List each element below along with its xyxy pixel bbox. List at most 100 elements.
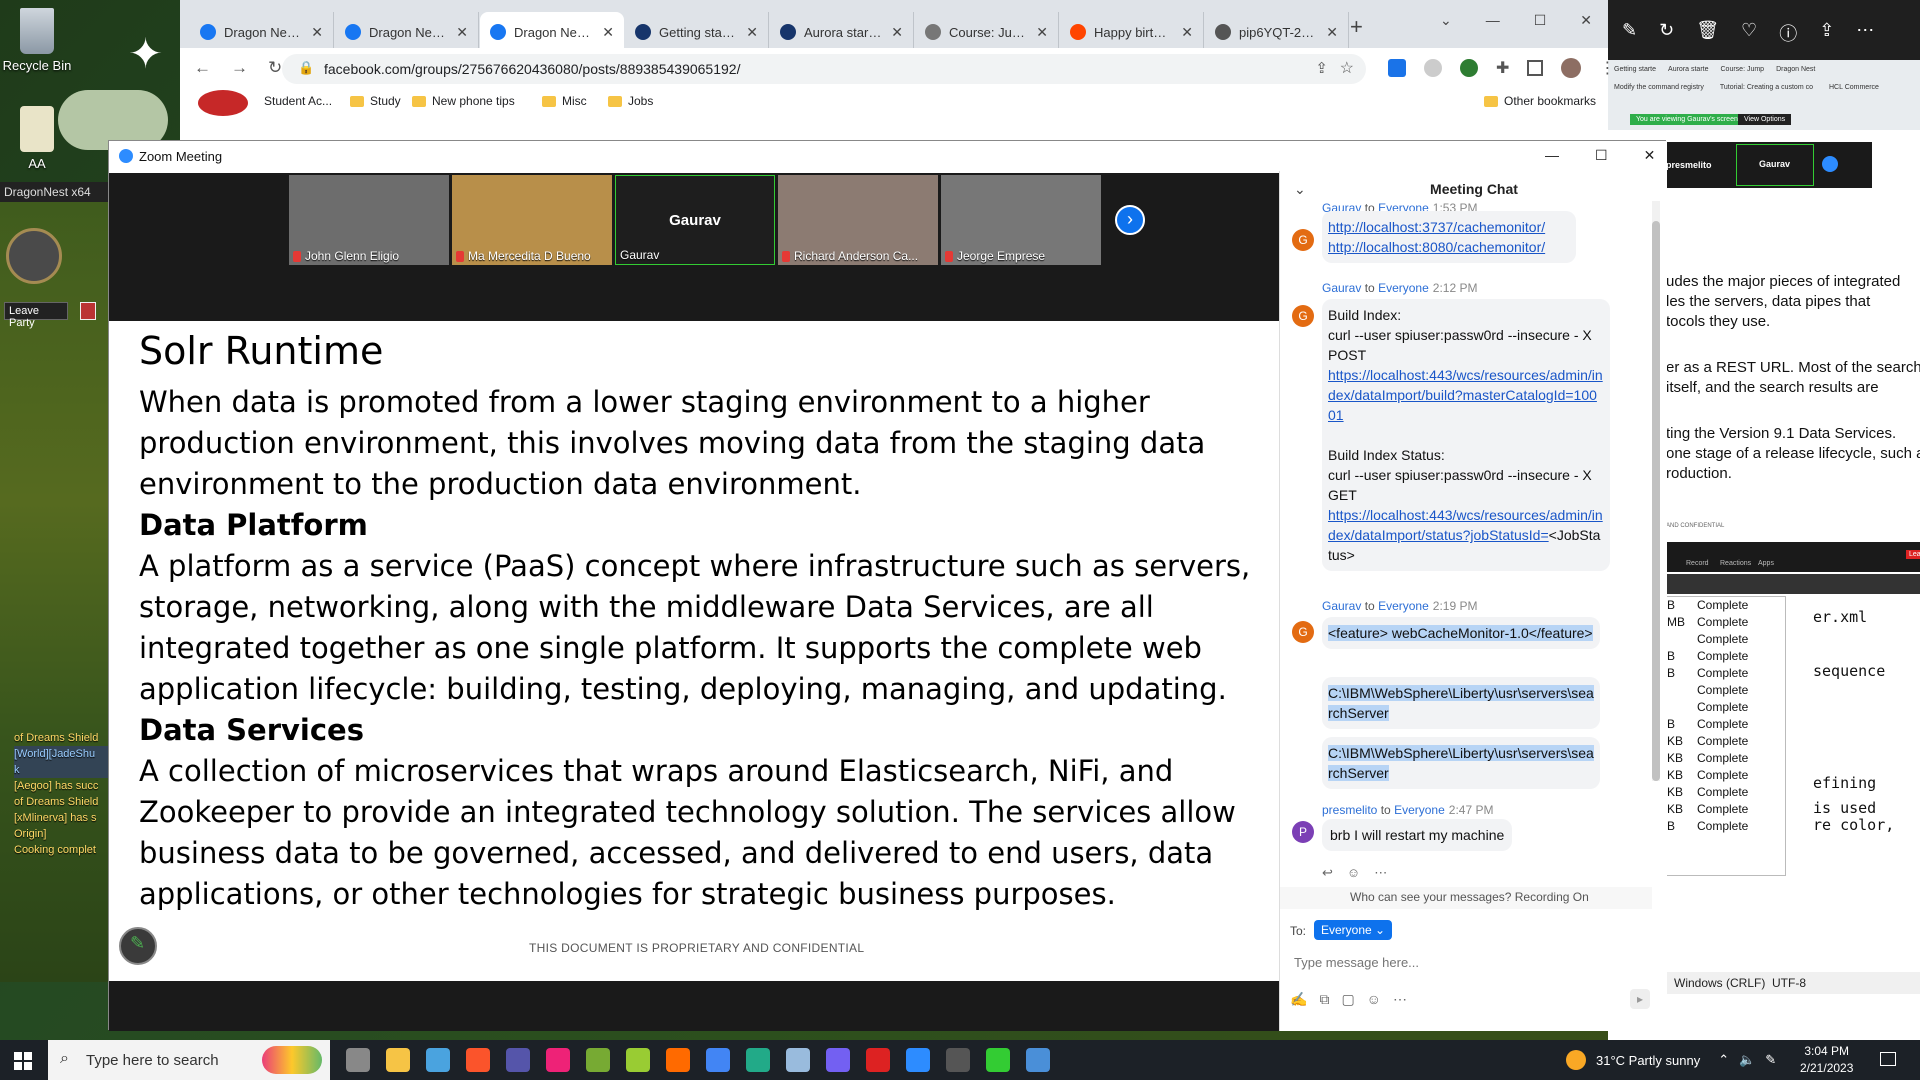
participant-tile[interactable]: Jeorge Emprese [941,175,1101,265]
browser-tab[interactable]: Getting started ✕ [625,12,769,52]
taskbar-app-icon[interactable] [826,1048,850,1072]
chat-scrollbar[interactable] [1652,201,1660,781]
chat-visibility-note[interactable]: Who can see your messages? Recording On [1280,887,1652,909]
extension-icon[interactable] [1424,59,1442,77]
more-icon[interactable]: ⋮ [1599,58,1615,78]
maximize-icon[interactable]: ☐ [1534,12,1547,29]
taskbar-app-icon[interactable] [626,1048,650,1072]
close-icon[interactable]: ✕ [602,24,614,41]
bookmark-jobs[interactable]: Jobs [608,94,653,108]
close-icon[interactable]: ✕ [1644,147,1656,164]
participant-tile[interactable]: John Glenn Eligio [289,175,449,265]
forward-icon[interactable]: → [231,58,248,78]
close-icon[interactable]: ✕ [1181,24,1193,41]
desktop-icon-recycle-bin[interactable]: Recycle Bin [0,8,82,73]
back-icon[interactable]: ← [194,58,211,78]
close-icon[interactable]: ✕ [311,24,323,41]
send-icon[interactable]: ▸ [1630,989,1650,1009]
notification-icon[interactable] [1880,1052,1896,1066]
maximize-icon[interactable]: ☐ [1595,147,1608,164]
taskbar-app-icon[interactable] [466,1048,490,1072]
taskbar-app-icon[interactable] [786,1048,810,1072]
view-options-button[interactable]: View Options [1738,114,1792,125]
pen-icon[interactable]: ✎ [1765,1052,1776,1068]
browser-tab[interactable]: Aurora starter ✕ [770,12,914,52]
minimize-icon[interactable]: — [1486,12,1500,29]
bookmark-student[interactable]: Student Ac... [264,94,332,108]
clock[interactable]: 3:04 PM 2/21/2023 [1800,1043,1853,1077]
browser-window[interactable]: Dragon Nest P ✕ Dragon Nest S ✕ Dragon Nest … [180,0,1615,140]
close-icon[interactable]: ✕ [1036,24,1048,41]
browser-tab[interactable]: Happy birthda ✕ [1060,12,1204,52]
chat-link[interactable]: https://localhost:443/wcs/resources/admi… [1328,365,1604,425]
chevron-down-icon[interactable]: ⌄ [1440,12,1452,29]
close-icon[interactable]: ✕ [891,24,903,41]
chat-message-input[interactable] [1288,945,1648,979]
game-window[interactable]: DragonNest x64 Leave Party of Dreams Shi… [0,182,110,982]
emoji-icon[interactable]: ☺ [1367,991,1381,1008]
taskbar-app-icon[interactable] [946,1048,970,1072]
close-icon[interactable]: ✕ [1326,24,1338,41]
more-icon[interactable]: ⋯ [1374,865,1387,881]
browser-tab[interactable]: Course: Jump ✕ [915,12,1059,52]
info-icon[interactable]: ⓘ [1779,20,1797,46]
edit-icon[interactable]: ✎ [1622,20,1637,46]
sidebar-icon[interactable] [1527,60,1544,76]
bookmark-other[interactable]: Other bookmarks [1484,94,1596,108]
taskbar-app-icon[interactable] [706,1048,730,1072]
browser-tab[interactable]: Dragon Nest P ✕ [190,12,334,52]
browser-tab[interactable]: pip6YQT-2Ar5 ✕ [1205,12,1349,52]
file-icon[interactable]: ▢ [1341,991,1354,1008]
url-input[interactable]: 🔒 facebook.com/groups/275676620436080/po… [282,54,1366,84]
avatar[interactable] [1561,58,1582,78]
taskbar-search-input[interactable]: ⌕ Type here to search [48,1040,330,1080]
extension-icon[interactable] [1460,59,1478,77]
rotate-icon[interactable]: ↻ [1659,20,1674,46]
trash-icon[interactable]: 🗑 [1696,20,1719,46]
star-icon[interactable]: ☆ [1340,58,1354,78]
taskbar-app-icon[interactable] [426,1048,450,1072]
extension-icon[interactable] [1388,59,1406,77]
recipient-select[interactable]: Everyone ⌄ [1314,920,1393,940]
chat-link[interactable]: http://localhost:3737/cachemonitor/ [1328,217,1570,237]
bookmark-misc[interactable]: Misc [542,94,587,108]
speaker-icon[interactable]: 🔈 [1739,1052,1755,1068]
taskbar-app-icon[interactable] [986,1048,1010,1072]
taskbar-app-icon[interactable] [746,1048,770,1072]
bookmark-study[interactable]: Study [350,94,401,108]
close-icon[interactable] [80,302,96,320]
close-icon[interactable]: ✕ [456,24,468,41]
taskbar-app-icon[interactable] [866,1048,890,1072]
next-page-button[interactable]: › [1115,205,1145,235]
taskbar-app-icon[interactable] [386,1048,410,1072]
browser-tab[interactable]: Dragon Nest S ✕ [480,12,624,52]
close-icon[interactable]: ✕ [1580,12,1592,29]
participant-tile[interactable]: Ma Mercedita D Bueno [452,175,612,265]
taskbar-app-icon[interactable] [666,1048,690,1072]
taskbar-app-icon[interactable] [546,1048,570,1072]
start-button[interactable] [14,1052,32,1070]
taskbar-app-icon[interactable] [1026,1048,1050,1072]
participant-tile[interactable]: Gaurav Gaurav [615,175,775,265]
leave-party-button[interactable]: Leave Party [4,302,68,329]
puzzle-icon[interactable]: ✚ [1496,58,1509,78]
browser-tab[interactable]: Dragon Nest S ✕ [335,12,479,52]
participant-tile[interactable]: Richard Anderson Ca... [778,175,938,265]
more-icon[interactable]: ⋯ [1856,20,1874,46]
more-icon[interactable]: ⋯ [1393,991,1407,1008]
heart-icon[interactable]: ♡ [1741,20,1757,46]
reload-icon[interactable]: ↻ [268,58,282,78]
minimize-icon[interactable]: — [1545,147,1559,164]
share-icon[interactable]: ⇪ [1315,59,1328,77]
close-icon[interactable]: ✕ [746,24,758,41]
taskbar-app-icon[interactable] [586,1048,610,1072]
emoji-icon[interactable]: ☺ [1347,865,1360,881]
taskbar-app-icon[interactable] [506,1048,530,1072]
reply-icon[interactable]: ↩ [1322,865,1333,881]
taskbar-app-icon[interactable] [346,1048,370,1072]
weather-icon[interactable] [1566,1050,1586,1070]
annotate-button[interactable]: ✎ [119,927,157,965]
format-icon[interactable]: ✍ [1290,991,1307,1008]
screenshot-icon[interactable]: ⧉ [1319,991,1329,1008]
chevron-up-icon[interactable]: ⌃ [1718,1052,1729,1068]
